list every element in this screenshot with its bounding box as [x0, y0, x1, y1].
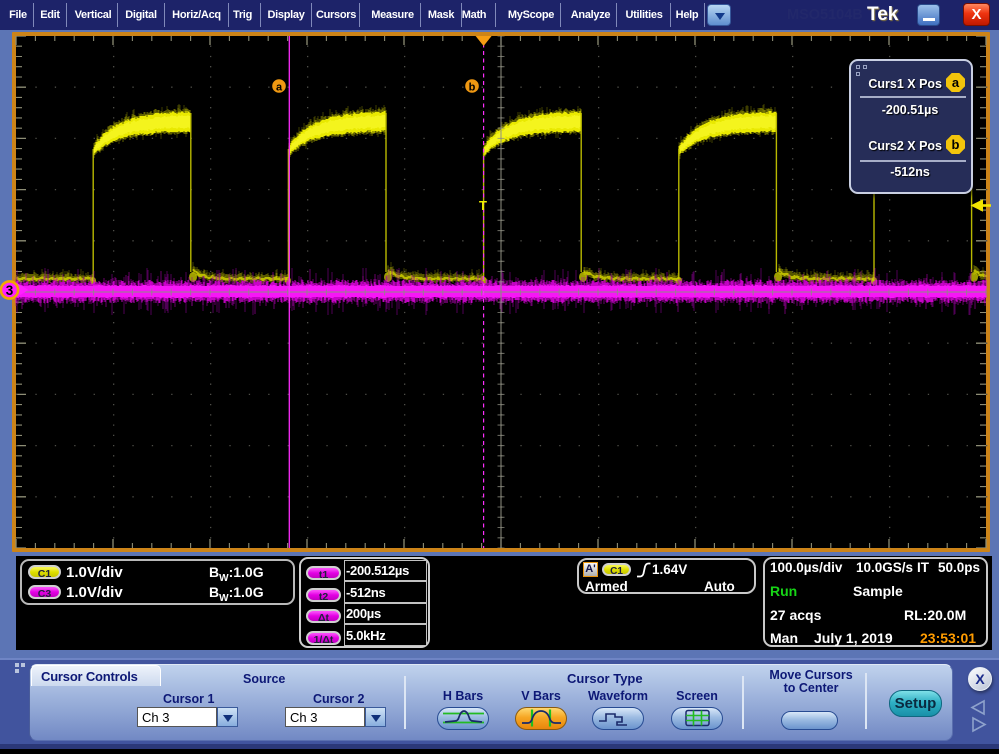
svg-text:a: a [276, 82, 283, 94]
svg-text:T: T [479, 198, 487, 213]
svg-text:3: 3 [6, 283, 14, 298]
svg-text:b: b [469, 82, 476, 94]
